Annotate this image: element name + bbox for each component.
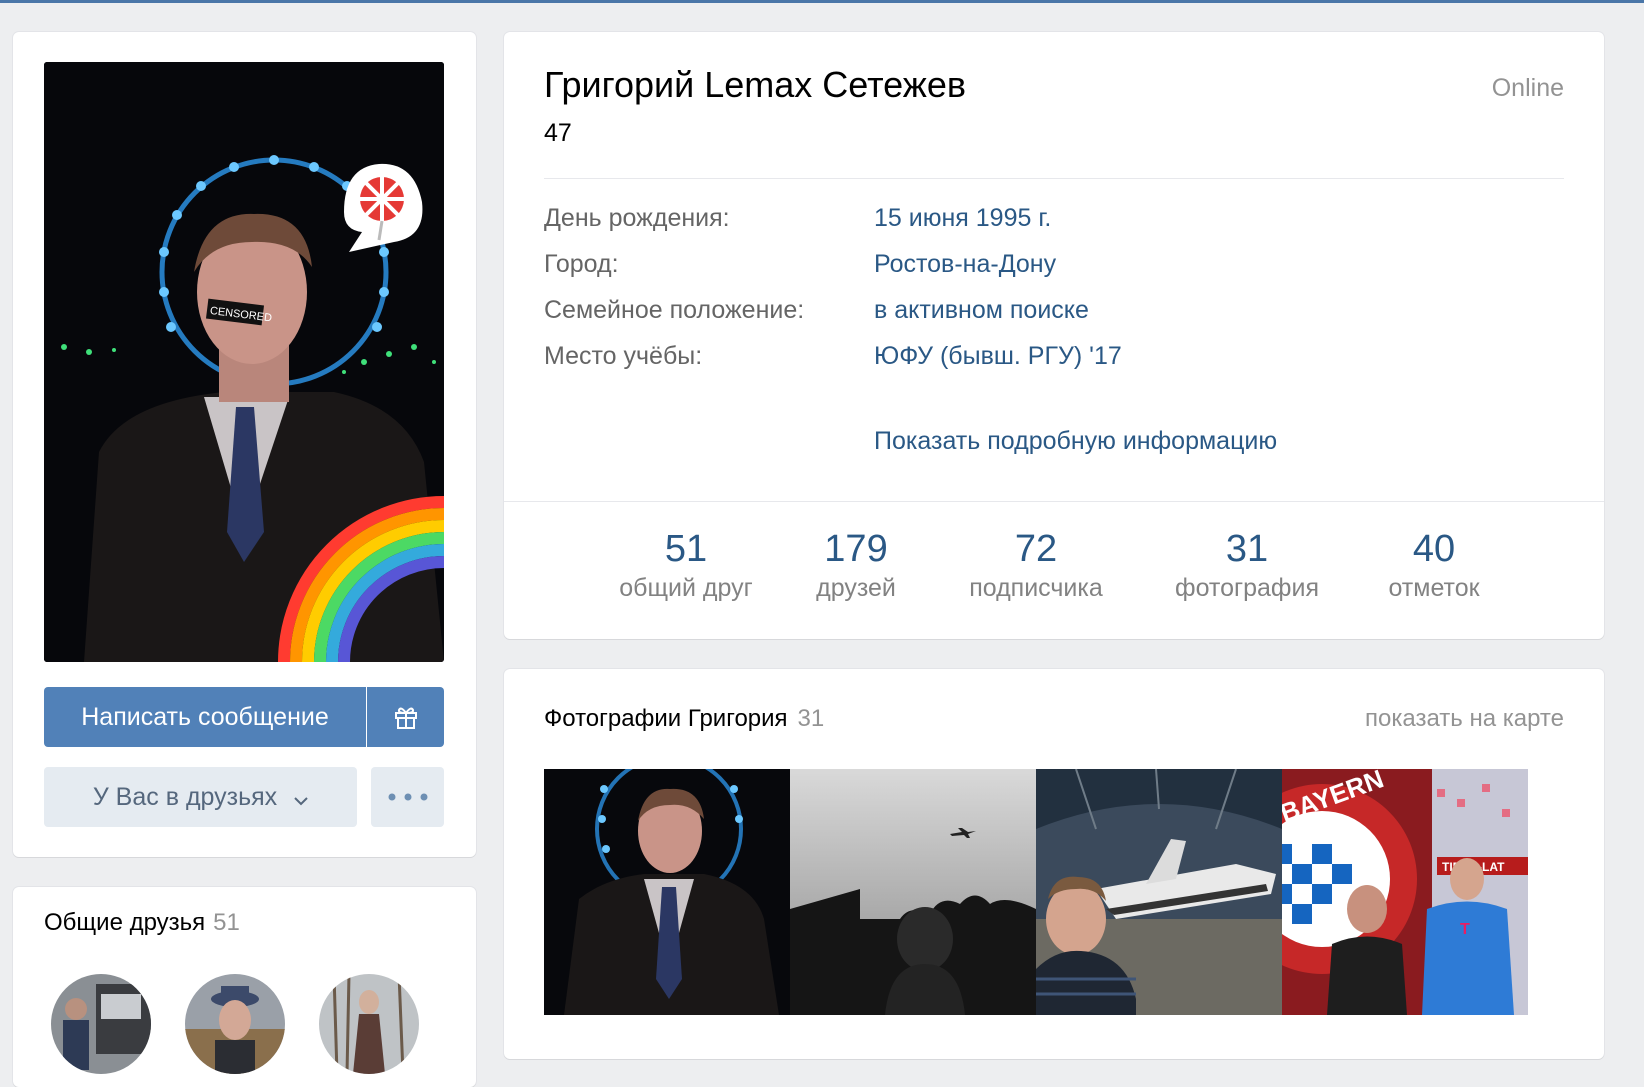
friend-status-button[interactable]: У Вас в друзьях [44,767,357,827]
friend-avatar-image [51,974,151,1074]
mutual-friends-card: Общие друзья 51 [13,887,476,1087]
counter-label: отметок [1388,574,1480,602]
photo-image: TIROL-LAT BAYERN T [1282,769,1528,1015]
friend-avatar-image [319,974,419,1074]
more-actions-button[interactable] [371,767,444,827]
more-dots-icon [388,793,428,801]
city-label: Город: [544,250,619,278]
counter-value: 72 [1014,528,1058,570]
counter-value: 40 [1412,528,1456,570]
photo-thumbnail[interactable] [544,769,790,1015]
mutual-friends-title: Общие друзья [44,909,206,936]
counter-value: 31 [1225,528,1269,570]
counter-label: друзей [816,574,896,602]
chevron-down-icon [294,768,308,828]
relationship-label: Семейное положение: [544,296,805,324]
counter-label: фотография [1175,574,1319,602]
profile-info-card: Григорий Lemax Сетежев 47 Online День ро… [504,32,1604,639]
photo-thumbnail[interactable] [790,769,1036,1015]
profile-name: Григорий Lemax Сетежев [544,64,967,105]
divider [544,178,1564,179]
counter-followers[interactable]: 72 подписчика [936,527,1136,605]
mutual-friends-count: 51 [213,909,240,936]
send-message-button[interactable]: Написать сообщение [44,687,366,747]
counter-label: подписчика [969,574,1103,602]
birthday-value[interactable]: 15 июня 1995 г. [874,204,1051,233]
counter-tags[interactable]: 40 отметок [1334,527,1534,605]
photo-image [1036,769,1282,1015]
profile-age: 47 [544,119,572,147]
counter-friends[interactable]: 179 друзей [756,527,956,605]
counter-photos[interactable]: 31 фотография [1147,527,1347,605]
relationship-value[interactable]: в активном поиске [874,296,1089,325]
online-status: Online [1491,74,1564,102]
photos-count: 31 [797,705,825,732]
photo-thumbnail[interactable] [1036,769,1282,1015]
profile-photo[interactable]: CENSORED [44,62,444,662]
show-on-map-link[interactable]: показать на карте [1365,705,1564,733]
send-gift-button[interactable] [367,687,444,747]
svg-text:T: T [1460,921,1470,938]
photo-image [544,769,790,1015]
top-border [0,0,1644,3]
photos-card: Фотографии Григория 31 показать на карте [504,669,1604,1059]
friend-avatar-image [185,974,285,1074]
profile-photo-image: CENSORED [44,62,444,662]
show-more-info-link[interactable]: Показать подробную информацию [874,427,1277,456]
friend-status-label: У Вас в друзьях [92,783,278,811]
mutual-friends-header[interactable]: Общие друзья 51 [44,909,240,937]
photo-image [790,769,1036,1015]
education-value[interactable]: ЮФУ (бывш. РГУ) '17 [874,342,1122,371]
avatar-card: CENSORED Написать сообщение У Вас в друз… [13,32,476,857]
counter-value: 179 [824,528,888,570]
photo-thumbnail[interactable]: TIROL-LAT BAYERN T [1282,769,1528,1015]
birthday-label: День рождения: [544,204,730,232]
photos-title: Фотографии Григория [544,705,788,732]
mutual-friend-avatar[interactable] [185,974,285,1074]
photos-header[interactable]: Фотографии Григория 31 [544,705,824,733]
gift-icon [395,707,417,729]
mutual-friend-avatar[interactable] [51,974,151,1074]
education-label: Место учёбы: [544,342,703,370]
city-value[interactable]: Ростов-на-Дону [874,250,1056,279]
mutual-friend-avatar[interactable] [319,974,419,1074]
counters-divider [504,501,1604,502]
